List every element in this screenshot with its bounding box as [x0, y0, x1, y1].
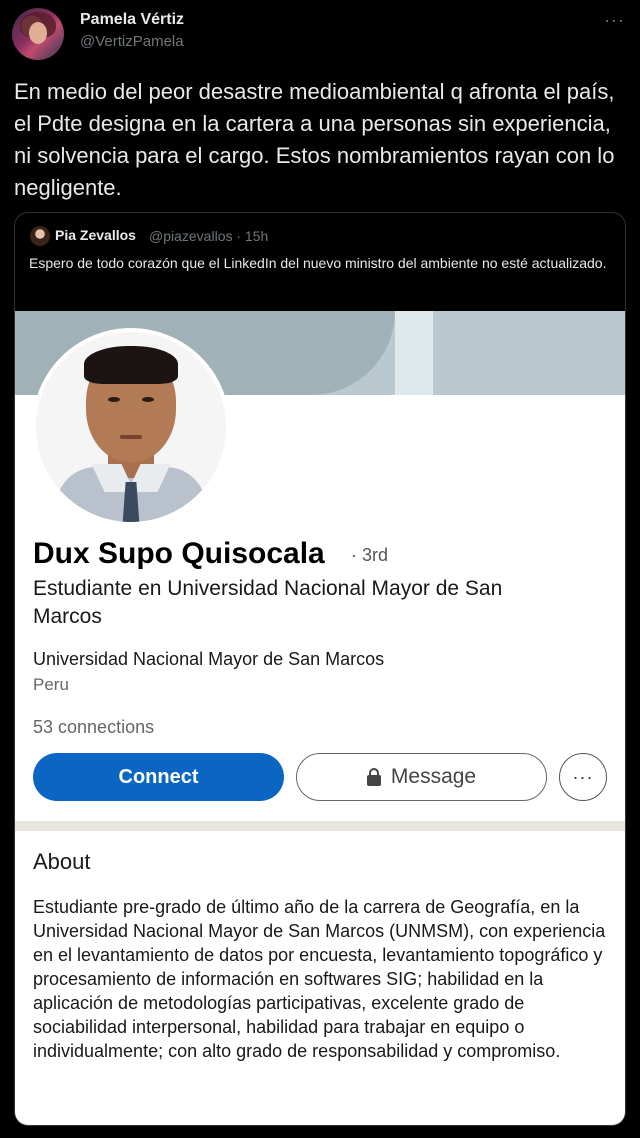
more-actions-button: ···	[559, 753, 607, 801]
connections-count: 53 connections	[33, 717, 155, 737]
about-text: Estudiante pre-grado de último año de la…	[33, 897, 606, 1061]
profile-headline: Estudiante en Universidad Nacional Mayor…	[33, 577, 503, 628]
profile-university: Universidad Nacional Mayor de San Marcos	[33, 649, 385, 669]
quoted-author-name: Pia Zevallos	[55, 227, 136, 243]
message-button-label: Message	[390, 765, 477, 788]
linkedin-profile-screenshot: Dux Supo Quisocala · 3rd Estudiante en U…	[15, 311, 625, 1125]
author-avatar[interactable]	[12, 8, 64, 60]
profile-location: Peru	[33, 675, 69, 694]
tweet-text: En medio del peor desastre medioambienta…	[14, 79, 615, 200]
section-divider	[15, 821, 625, 831]
quoted-tweet-card[interactable]: Pia Zevallos @piazevallos · 15h Espero d…	[14, 212, 626, 1126]
author-name[interactable]: Pamela Vértiz	[80, 11, 184, 29]
about-heading: About	[33, 849, 91, 874]
author-handle[interactable]: @VertizPamela	[80, 33, 184, 50]
profile-name: Dux Supo Quisocala	[33, 537, 325, 570]
quoted-author-meta: @piazevallos · 15h	[149, 228, 269, 244]
profile-photo	[32, 328, 230, 526]
quoted-tweet-text: Espero de todo corazón que el LinkedIn d…	[29, 255, 607, 271]
connect-button: Connect	[33, 753, 284, 801]
quoted-author-avatar	[30, 226, 50, 246]
more-options-icon[interactable]: ···	[604, 10, 625, 31]
lock-icon	[366, 768, 381, 786]
connection-degree: · 3rd	[351, 545, 389, 565]
message-button: Message	[296, 753, 547, 801]
